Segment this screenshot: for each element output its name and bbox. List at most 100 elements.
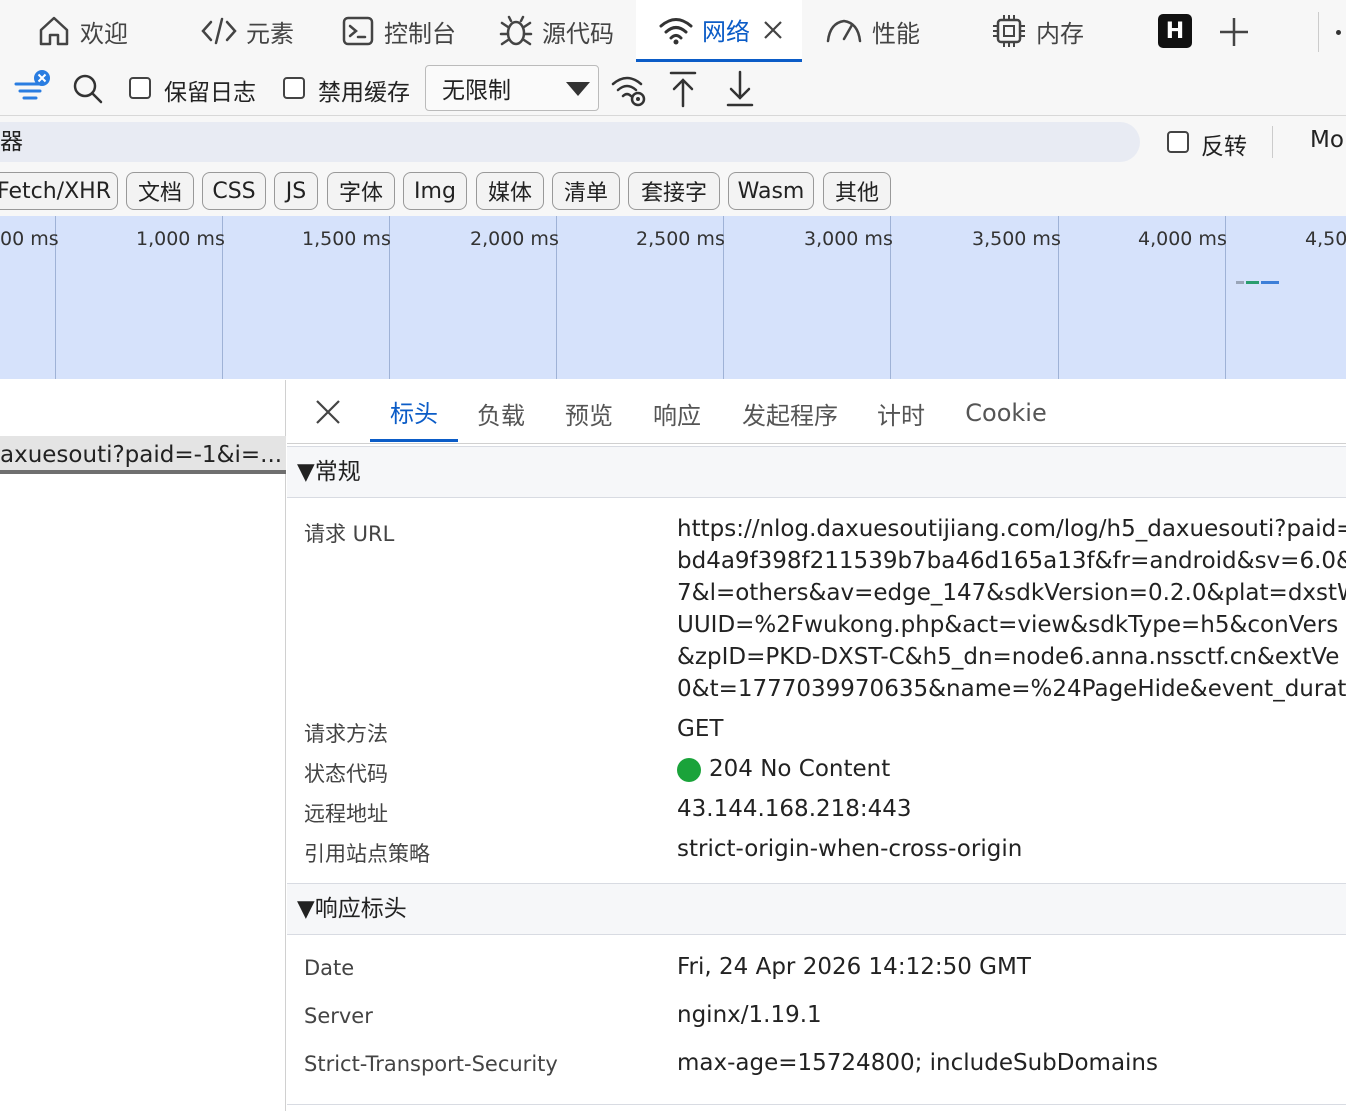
timeline-request-bar — [1246, 281, 1259, 284]
chip-other[interactable]: 其他 — [823, 172, 891, 210]
timeline-tick-label: 3,000 ms — [804, 228, 893, 250]
request-url-line: https://nlog.daxuesoutijiang.com/log/h5_… — [677, 516, 1346, 542]
network-conditions-icon[interactable] — [610, 72, 648, 108]
chip-manifest[interactable]: 清单 — [552, 172, 620, 210]
chip-wasm[interactable]: Wasm — [728, 172, 814, 210]
tab-response[interactable]: 响应 — [643, 384, 711, 442]
tab-sources[interactable]: 源代码 — [498, 0, 628, 62]
status-code-value: 204 No Content — [709, 756, 891, 782]
timeline-tick-label: 1,000 ms — [136, 228, 225, 250]
chip-img[interactable]: Img — [403, 172, 467, 210]
chip-fetch-xhr[interactable]: Fetch/XHR — [0, 172, 118, 210]
filter-settings-icon[interactable] — [14, 70, 54, 106]
disable-cache-label: 禁用缓存 — [318, 80, 410, 106]
request-url-line: &zpID=PKD-DXST-C&h5_dn=node6.anna.nssctf… — [677, 644, 1340, 670]
timeline-tick-label: 2,000 ms — [470, 228, 559, 250]
chip-css[interactable]: CSS — [202, 172, 266, 210]
chevron-down-icon — [566, 82, 590, 96]
h-extension-icon[interactable]: H — [1158, 14, 1192, 48]
chip-websocket[interactable]: 套接字 — [628, 172, 720, 210]
close-tab-icon[interactable] — [762, 19, 784, 41]
throttle-value: 无限制 — [442, 78, 511, 104]
tab-label: 内存 — [1036, 19, 1084, 48]
response-headers-section-header[interactable]: ▼响应标头 — [287, 883, 1346, 935]
download-icon[interactable] — [725, 70, 755, 108]
tab-label: 控制台 — [384, 19, 456, 48]
tab-network[interactable]: 网络 — [636, 0, 802, 62]
filter-divider — [1272, 126, 1273, 158]
request-url-line: bd4a9f398f211539b7ba46d165a13f&fr=androi… — [677, 548, 1346, 574]
status-code-key: 状态代码 — [304, 762, 388, 786]
devtools-tab-bar: 欢迎 元素 控制台 源代码 网络 性能 内存 H — [0, 0, 1346, 62]
code-icon — [200, 13, 238, 49]
tab-payload[interactable]: 负载 — [467, 384, 535, 442]
timeline-overview[interactable]: 00 ms 1,000 ms 1,500 ms 2,000 ms 2,500 m… — [0, 216, 1346, 379]
header-value: max-age=15724800; includeSubDomains — [677, 1050, 1158, 1076]
preserve-log-checkbox[interactable] — [129, 77, 151, 99]
remote-address-key: 远程地址 — [304, 802, 388, 826]
header-value: Fri, 24 Apr 2026 14:12:50 GMT — [677, 954, 1031, 980]
invert-label: 反转 — [1201, 134, 1247, 160]
tab-label: 网络 — [702, 18, 750, 46]
chip-media[interactable]: 媒体 — [476, 172, 544, 210]
chip-font[interactable]: 字体 — [327, 172, 395, 210]
tab-headers[interactable]: 标头 — [370, 384, 458, 442]
tab-welcome[interactable]: 欢迎 — [36, 0, 166, 62]
tab-console[interactable]: 控制台 — [340, 0, 470, 62]
add-tab-icon[interactable] — [1216, 14, 1252, 50]
tab-label: 元素 — [246, 19, 294, 48]
tab-performance[interactable]: 性能 — [824, 0, 944, 62]
more-filters-label[interactable]: Mo — [1310, 127, 1344, 153]
disable-cache-checkbox[interactable] — [283, 77, 305, 99]
header-value: nginx/1.19.1 — [677, 1002, 822, 1028]
network-toolbar: 保留日志 禁用缓存 无限制 — [0, 62, 1346, 116]
tab-memory[interactable]: 内存 — [990, 0, 1100, 62]
home-icon — [36, 13, 72, 49]
tab-initiator[interactable]: 发起程序 — [733, 384, 847, 442]
filter-bar: 器 反转 Mo — [0, 116, 1346, 168]
search-icon[interactable] — [72, 73, 104, 105]
tab-timing[interactable]: 计时 — [871, 384, 931, 442]
filter-placeholder: 器 — [0, 129, 23, 155]
throttle-select[interactable]: 无限制 — [425, 65, 599, 111]
chip-doc[interactable]: 文档 — [126, 172, 194, 210]
header-key: Server — [304, 1004, 373, 1028]
timeline-tick-label: 4,000 ms — [1138, 228, 1227, 250]
referrer-policy-value: strict-origin-when-cross-origin — [677, 836, 1023, 862]
request-list: axuesouti?paid=-1&i=... — [0, 380, 286, 1111]
console-icon — [340, 13, 376, 49]
upload-icon[interactable] — [668, 70, 698, 108]
tab-label: 欢迎 — [80, 19, 128, 48]
timeline-tick-label: 1,500 ms — [302, 228, 391, 250]
referrer-policy-key: 引用站点策略 — [304, 842, 430, 866]
remote-address-value: 43.144.168.218:443 — [677, 796, 912, 822]
resource-type-chips: Fetch/XHR 文档 CSS JS 字体 Img 媒体 清单 套接字 Was… — [0, 168, 1346, 216]
h-extension-label: H — [1165, 18, 1185, 44]
more-dots-icon[interactable] — [1336, 30, 1341, 35]
request-detail-panel: 标头 负载 预览 响应 发起程序 计时 Cookie ▼常规 请求 URL ht… — [287, 380, 1346, 1111]
request-url-line: UUID=%2Fwukong.php&act=view&sdkType=h5&c… — [677, 612, 1339, 638]
detail-tabs: 标头 负载 预览 响应 发起程序 计时 Cookie — [287, 380, 1346, 444]
close-detail-icon[interactable] — [314, 398, 342, 426]
timeline-request-bar — [1261, 281, 1279, 284]
tabbar-divider — [1318, 12, 1319, 52]
tab-cookies[interactable]: Cookie — [959, 384, 1053, 442]
header-key: Strict-Transport-Security — [304, 1052, 558, 1076]
status-success-icon — [677, 758, 701, 782]
invert-checkbox[interactable] — [1167, 131, 1189, 153]
chip-js[interactable]: JS — [274, 172, 318, 210]
gauge-icon — [824, 15, 864, 47]
preserve-log-label: 保留日志 — [164, 80, 256, 106]
tab-elements[interactable]: 元素 — [200, 0, 310, 62]
tab-label: 性能 — [872, 19, 920, 48]
section-divider — [287, 1104, 1346, 1105]
general-section-header[interactable]: ▼常规 — [287, 446, 1346, 498]
chip-icon — [990, 12, 1028, 50]
filter-input[interactable]: 器 — [0, 122, 1140, 162]
request-row-selected[interactable]: axuesouti?paid=-1&i=... — [0, 436, 286, 474]
request-url-line: 7&l=others&av=edge_147&sdkVersion=0.2.0&… — [677, 580, 1346, 606]
tab-label: 源代码 — [542, 19, 614, 48]
request-url-line: 0&t=1777039970635&name=%24PageHide&event… — [677, 676, 1346, 702]
timeline-request-bar — [1236, 281, 1244, 284]
tab-preview[interactable]: 预览 — [555, 384, 623, 442]
